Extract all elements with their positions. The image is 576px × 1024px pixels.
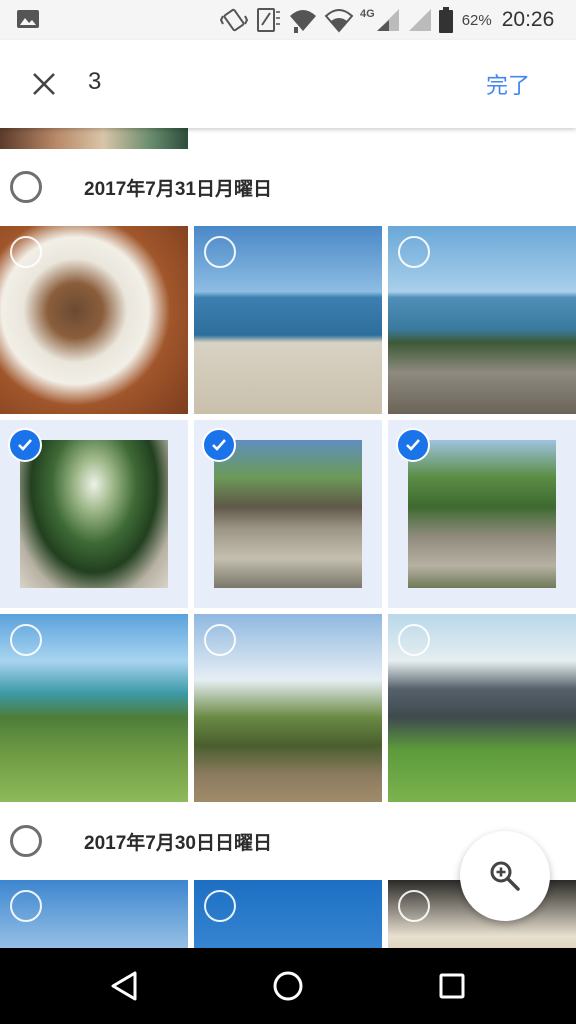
- wifi-icon: [324, 9, 354, 33]
- select-checkbox[interactable]: [398, 890, 430, 922]
- photo-thumbnail[interactable]: [0, 880, 188, 948]
- home-icon: [273, 971, 303, 1001]
- back-icon: [111, 971, 137, 1001]
- close-icon: [33, 73, 55, 95]
- select-checkbox[interactable]: [10, 236, 42, 268]
- photo-thumbnail[interactable]: [0, 614, 188, 802]
- battery-percent: 62%: [461, 11, 492, 29]
- select-date-checkbox[interactable]: [10, 825, 42, 857]
- photo-thumbnail[interactable]: [388, 420, 576, 608]
- select-checkbox[interactable]: [398, 236, 430, 268]
- zoom-button[interactable]: [460, 831, 550, 921]
- select-date-checkbox[interactable]: [10, 171, 42, 203]
- photo-thumbnail[interactable]: [0, 226, 188, 414]
- back-button[interactable]: [104, 966, 144, 1006]
- gallery-icon: [17, 10, 39, 28]
- wifi-icon: [290, 10, 316, 33]
- photo-thumbnail[interactable]: [194, 226, 382, 414]
- select-checkbox[interactable]: [204, 624, 236, 656]
- select-checkbox[interactable]: [10, 624, 42, 656]
- photo-image: [408, 440, 556, 588]
- select-checkbox[interactable]: [10, 890, 42, 922]
- network-type-label: 4G: [360, 8, 375, 20]
- date-header: 2017年7月31日月曜日: [0, 156, 576, 216]
- select-checkbox[interactable]: [398, 624, 430, 656]
- photo-grid: 2017年7月31日月曜日 2017年7月30日日曜日: [0, 128, 576, 948]
- home-button[interactable]: [268, 966, 308, 1006]
- vibrate-icon: [220, 8, 248, 32]
- date-label: 2017年7月31日月曜日: [84, 179, 272, 200]
- select-checkbox[interactable]: [204, 236, 236, 268]
- clock: 20:26: [501, 8, 555, 31]
- selected-check-icon[interactable]: [8, 428, 42, 462]
- signal-icon: [408, 9, 431, 31]
- photo-thumbnail[interactable]: [194, 614, 382, 802]
- close-button[interactable]: [20, 60, 68, 108]
- photo-image: [214, 440, 362, 588]
- photo-thumbnail[interactable]: [194, 420, 382, 608]
- recents-button[interactable]: [432, 966, 472, 1006]
- selected-check-icon[interactable]: [396, 428, 430, 462]
- date-label: 2017年7月30日日曜日: [84, 833, 272, 854]
- selected-count: 3: [88, 68, 102, 95]
- photo-image: [20, 440, 168, 588]
- zoom-in-icon: [490, 861, 520, 891]
- selection-bar: 3 完了: [0, 40, 576, 128]
- status-bar: 4G 62% 20:26: [0, 0, 576, 40]
- nfc-icon: [257, 8, 280, 32]
- recents-icon: [439, 973, 465, 999]
- select-checkbox[interactable]: [204, 890, 236, 922]
- navigation-bar: [0, 948, 576, 1024]
- photo-thumbnail[interactable]: [194, 880, 382, 948]
- photo-thumbnail[interactable]: [0, 420, 188, 608]
- photo-thumbnail[interactable]: [388, 226, 576, 414]
- battery-icon: [438, 7, 453, 33]
- photo-thumbnail[interactable]: [388, 614, 576, 802]
- signal-icon: [376, 9, 399, 31]
- selected-check-icon[interactable]: [202, 428, 236, 462]
- photo-thumbnail[interactable]: [0, 128, 188, 149]
- done-button[interactable]: 完了: [486, 68, 530, 100]
